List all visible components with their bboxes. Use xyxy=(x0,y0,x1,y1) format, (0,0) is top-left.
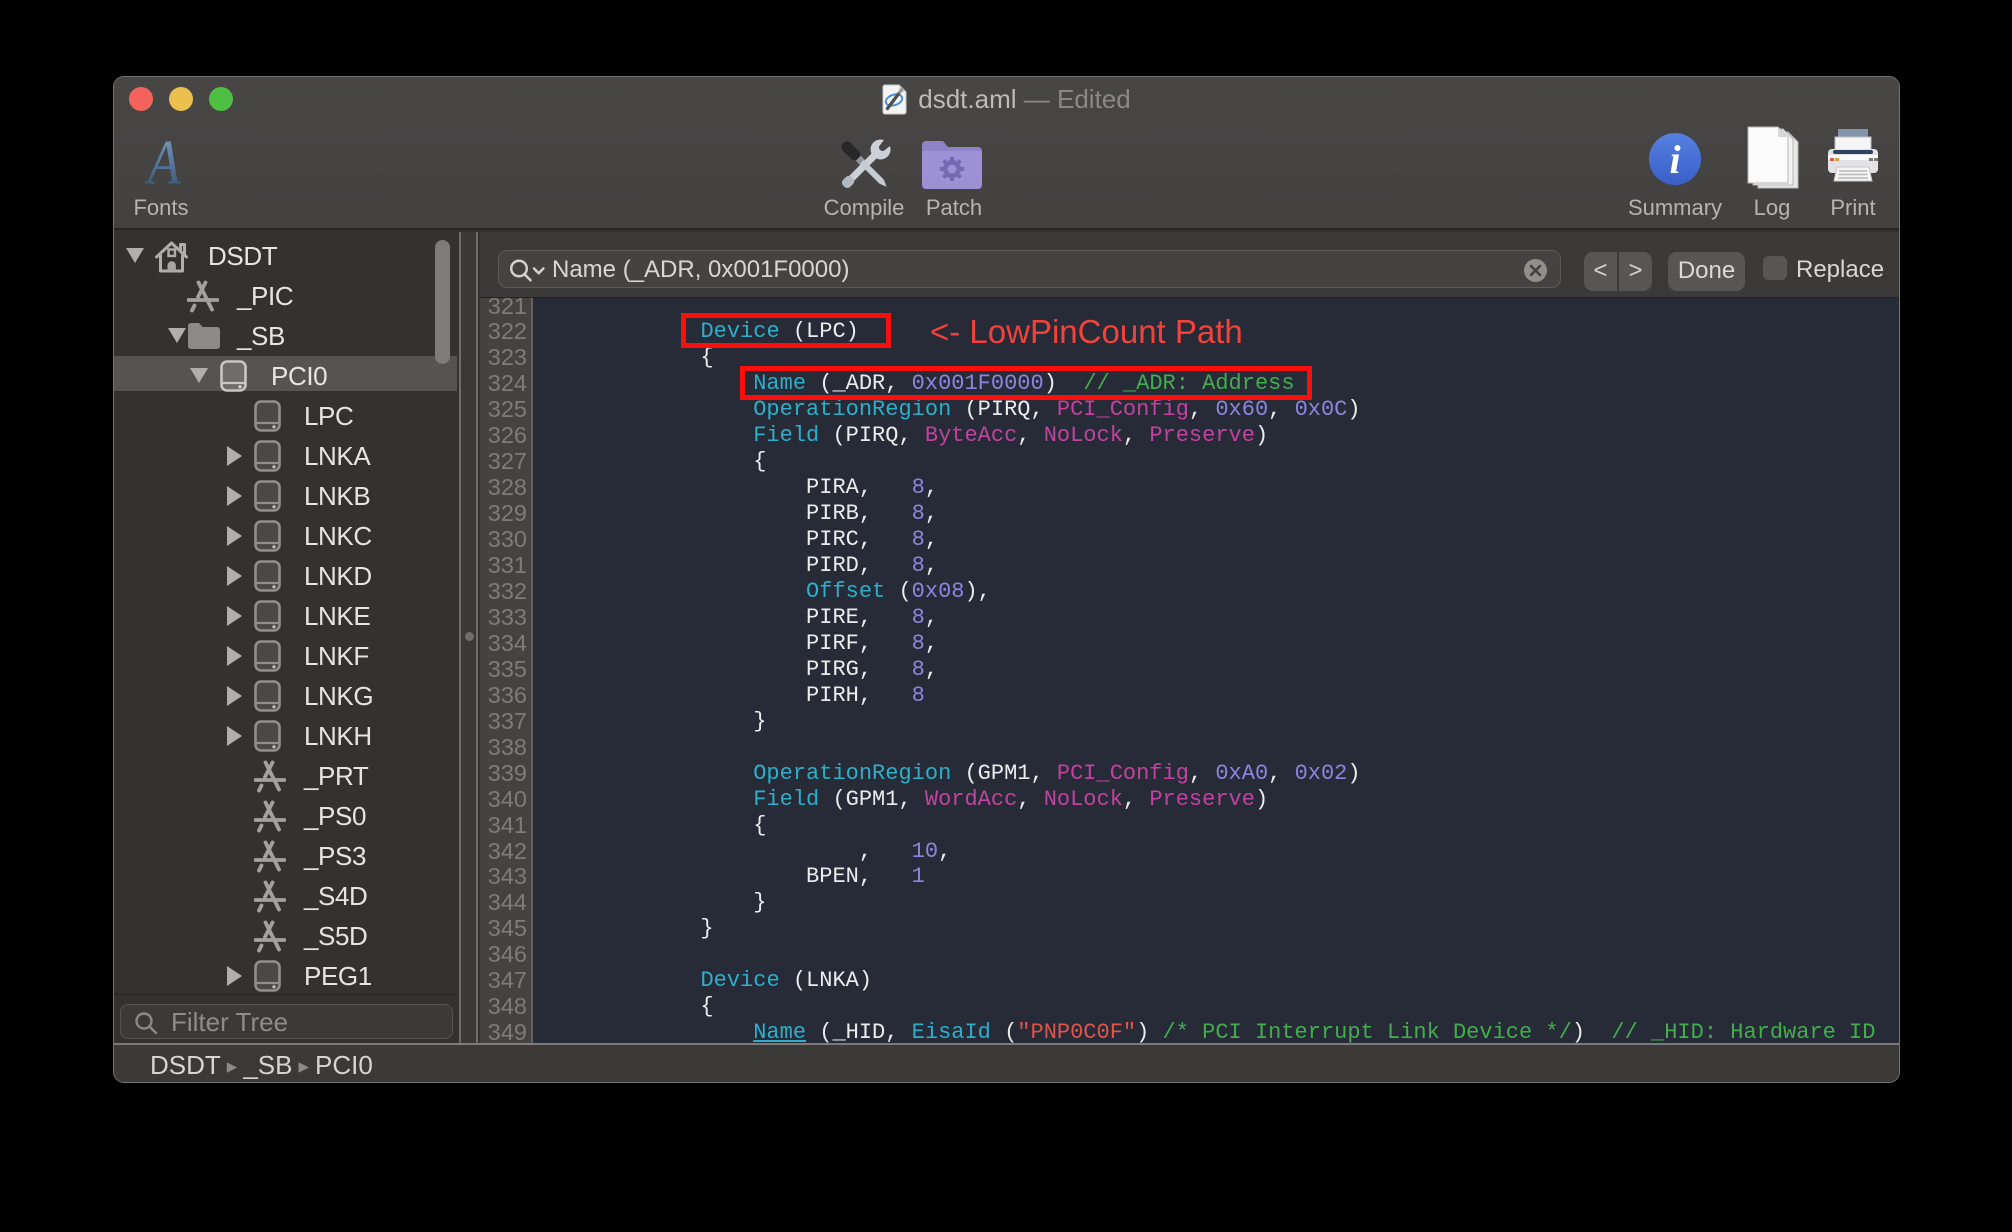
svg-text:A: A xyxy=(144,135,181,189)
svg-text:i: i xyxy=(1669,137,1680,182)
